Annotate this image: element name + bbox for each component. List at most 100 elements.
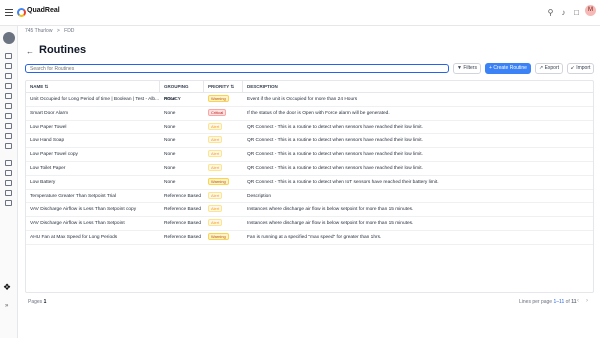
cell-name: Low Battery <box>30 179 56 185</box>
lines-per-page[interactable]: Lines per page 1–11 of 11 <box>519 299 577 305</box>
cell-policy: Reference Based <box>164 221 202 227</box>
priority-badge: Warning <box>208 177 229 185</box>
brand-logo-icon <box>17 8 26 17</box>
cell-policy: None <box>164 166 176 171</box>
brand-name: QuadReal <box>27 7 60 14</box>
import-icon: ↙ <box>570 65 575 71</box>
database-icon[interactable] <box>5 200 12 206</box>
menu-icon[interactable] <box>5 9 13 17</box>
cell-priority: Alert <box>204 148 243 162</box>
cell-description: QR Connect - This is a routine to detect… <box>247 124 423 130</box>
column-header-name[interactable]: NAME ⇅ <box>26 81 160 93</box>
priority-badge: Critical <box>208 108 227 116</box>
table-row[interactable]: Low Paper Towel copy None Alert QR Connect … <box>26 148 593 162</box>
search-input[interactable] <box>25 64 449 73</box>
building-icon[interactable] <box>5 93 12 99</box>
priority-badge: Warning <box>208 233 229 240</box>
top-bar: QuadReal ⚲ ♪ □ M <box>0 0 600 26</box>
filter-icon: ▼ <box>457 65 462 71</box>
document-icon[interactable] <box>5 73 12 79</box>
analytics-icon[interactable] <box>5 83 12 89</box>
cell-priority: Alert <box>204 203 243 217</box>
link-icon[interactable] <box>5 190 12 196</box>
priority-badge: Alert <box>208 136 223 144</box>
back-arrow-icon[interactable]: ← <box>26 47 34 56</box>
cell-name: Low Paper Towel <box>30 124 67 130</box>
cell-name: VAV Discharge Airflow is Less Than Setpo… <box>30 221 125 227</box>
filters-label: Filters <box>463 65 477 71</box>
cell-description: Description <box>247 193 271 199</box>
table-row[interactable]: Unit Occupied for Long Period of time | … <box>26 93 593 107</box>
cell-priority: Critical <box>204 107 243 121</box>
cell-name: AHU Fan at Max Speed for Long Periods <box>30 235 118 240</box>
cell-name: Temperature Greater Than Setpoint Trial <box>30 193 117 199</box>
chat-icon[interactable]: □ <box>572 8 581 17</box>
bell-icon[interactable]: ♪ <box>559 8 568 17</box>
cell-policy: None <box>164 179 176 185</box>
building-avatar[interactable] <box>3 32 15 44</box>
priority-badge: Alert <box>208 150 223 158</box>
cell-priority: Alert <box>204 190 243 204</box>
user-avatar[interactable]: M <box>585 5 596 16</box>
table-row[interactable]: AHU Fan at Max Speed for Long Periods Ref… <box>26 231 593 245</box>
table-footer: Pages 1 Lines per page 1–11 of 11 ‹ › <box>25 297 594 307</box>
report-icon[interactable] <box>5 133 12 139</box>
table-row[interactable]: Low Toilet Paper None Alert QR Connect - Th… <box>26 162 593 176</box>
history-icon[interactable] <box>5 113 12 119</box>
filters-button[interactable]: ▼ Filters <box>453 63 481 74</box>
table-row[interactable]: Temperature Greater Than Setpoint Trial R… <box>26 190 593 204</box>
alert-icon[interactable] <box>5 103 12 109</box>
import-button[interactable]: ↙ Import <box>567 63 594 74</box>
column-header-priority[interactable]: PRIORITY ⇅ <box>204 81 243 93</box>
cell-description: Instances where discharge air flow is be… <box>247 207 414 213</box>
cell-policy: None <box>164 152 176 158</box>
cell-policy: Reference Based <box>164 235 202 240</box>
pages-info: Pages 1 <box>28 299 47 305</box>
cell-name: Smart Door Alarm <box>30 110 69 116</box>
table-row[interactable]: VAV Discharge Airflow is Less Than Setpo… <box>26 217 593 231</box>
cell-description: QR Connect - This is a routine to detect… <box>247 152 423 158</box>
file-icon[interactable] <box>5 123 12 129</box>
table-row[interactable]: Low Battery None Warning QR Connect - This … <box>26 176 593 190</box>
breadcrumb-fdd[interactable]: FDD <box>64 28 74 34</box>
folder-icon[interactable] <box>5 143 12 149</box>
table-row[interactable]: Low Hand Soap None Alert QR Connect - This … <box>26 134 593 149</box>
cell-priority: Alert <box>204 162 243 176</box>
page-title: Routines <box>39 44 87 56</box>
cell-name: Low Hand Soap <box>30 138 65 144</box>
table-row[interactable]: Low Paper Towel None Alert QR Connect - Thi… <box>26 121 593 135</box>
cell-priority: Warning <box>204 176 243 190</box>
export-button[interactable]: ↗ Export <box>535 63 563 74</box>
cell-priority: Warning <box>204 231 243 245</box>
cell-policy: None <box>164 138 176 144</box>
settings-icon[interactable] <box>5 170 12 176</box>
cell-description: If the status of the door is Open with F… <box>247 110 390 116</box>
column-header-grouping-policy: GROUPING POLICY <box>160 81 204 101</box>
sidebar: ❖ » <box>0 26 18 338</box>
calendar-icon[interactable] <box>5 63 12 69</box>
breadcrumb-building[interactable]: 745 Thurlow <box>25 28 52 34</box>
table-row[interactable]: Smart Door Alarm None Critical If the statu… <box>26 107 593 121</box>
expand-sidebar-icon[interactable]: » <box>5 303 8 309</box>
cell-name: VAV Discharge Airflow is Less Than Setpo… <box>30 207 137 213</box>
import-label: Import <box>576 65 591 71</box>
gear-icon[interactable] <box>5 180 12 186</box>
priority-badge: Alert <box>208 122 223 130</box>
next-page-icon[interactable]: › <box>586 298 588 304</box>
cell-name: Low Toilet Paper <box>30 166 66 171</box>
cell-policy: Reference Based <box>164 193 202 199</box>
cell-description: QR Connect - This is a routine to detect… <box>247 138 423 144</box>
cell-name: Unit Occupied for Long Period of time | … <box>30 97 160 102</box>
prev-page-icon[interactable]: ‹ <box>577 298 579 304</box>
apps-icon[interactable] <box>5 160 12 166</box>
cell-description: Fan is running at a specified "max speed… <box>247 235 382 240</box>
table-row[interactable]: VAV Discharge Airflow is Less Than Setpo… <box>26 203 593 218</box>
table-header: NAME ⇅ GROUPING POLICY PRIORITY ⇅ DESCRI… <box>26 81 593 101</box>
priority-badge: Alert <box>208 205 223 213</box>
dashboard-icon[interactable] <box>5 53 12 59</box>
cell-name: Low Paper Towel copy <box>30 152 78 158</box>
breadcrumb-separator: > <box>56 28 60 34</box>
create-routine-button[interactable]: + Create Routine <box>485 63 531 74</box>
search-icon[interactable]: ⚲ <box>546 8 555 17</box>
product-logo-icon: ❖ <box>3 282 12 292</box>
